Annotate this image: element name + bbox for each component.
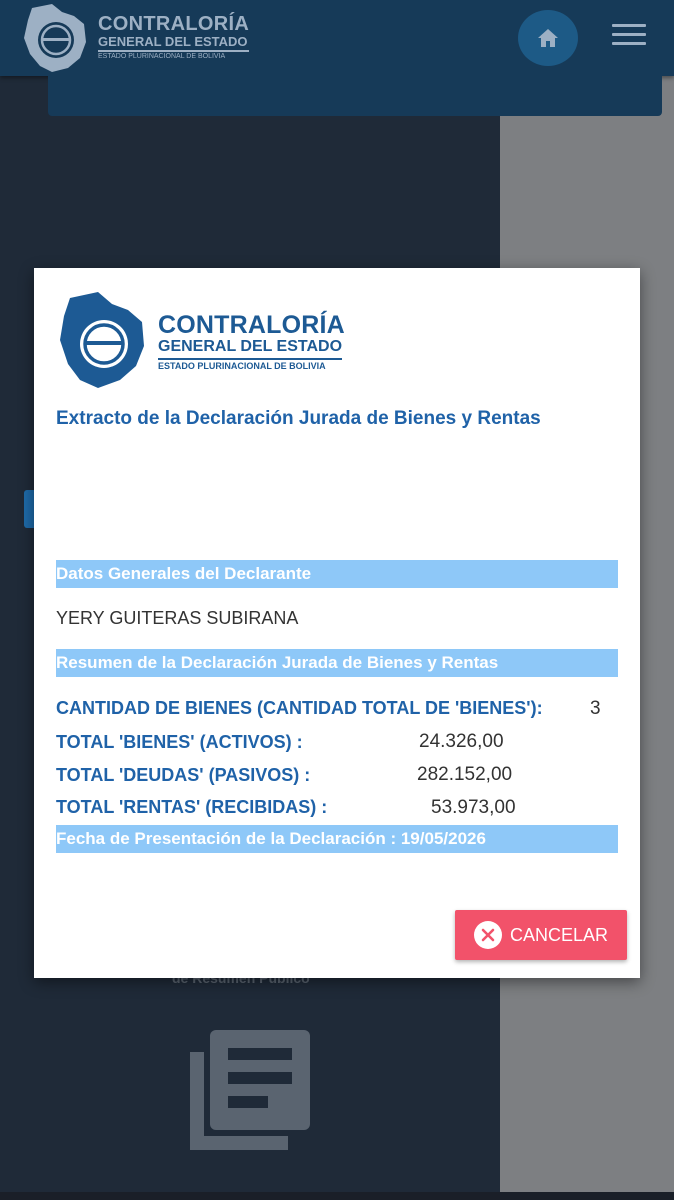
cancel-button-label: CANCELAR xyxy=(509,924,609,945)
home-button[interactable] xyxy=(518,10,578,66)
brand-line1: CONTRALORÍA xyxy=(98,13,250,35)
modal-title: Extracto de la Declaración Jurada de Bie… xyxy=(56,408,541,429)
home-icon xyxy=(538,29,558,47)
row-value-total-rentas: 53.973,00 xyxy=(431,797,516,818)
declarant-name: YERY GUITERAS SUBIRANA xyxy=(56,608,299,628)
presentation-date: Fecha de Presentación de la Declaración … xyxy=(56,825,618,853)
cge-logo-icon[interactable] xyxy=(22,2,92,79)
page-bottom-bar xyxy=(0,1192,674,1200)
modal-brand-line3: ESTADO PLURINACIONAL DE BOLIVIA xyxy=(158,361,326,371)
cancel-button[interactable]: CANCELAR xyxy=(455,910,627,960)
modal-brand: CONTRALORÍA GENERAL DEL ESTADO ESTADO PL… xyxy=(158,312,345,373)
background-tab-indicator xyxy=(24,490,34,528)
brand-line2: GENERAL DEL ESTADO xyxy=(98,34,250,52)
section-general-header: Datos Generales del Declarante xyxy=(56,560,618,588)
modal-brand-line2: GENERAL DEL ESTADO xyxy=(158,338,343,360)
top-navbar: CONTRALORÍA GENERAL DEL ESTADO ESTADO PL… xyxy=(0,0,674,76)
header-brand: CONTRALORÍA GENERAL DEL ESTADO ESTADO PL… xyxy=(98,13,250,62)
section-summary-header: Resumen de la Declaración Jurada de Bien… xyxy=(56,649,618,677)
row-value-cantidad-bienes: 3 xyxy=(590,698,601,719)
modal-brand-line1: CONTRALORÍA xyxy=(158,311,345,339)
close-circle-icon xyxy=(473,921,502,949)
row-value-total-bienes: 24.326,00 xyxy=(419,731,504,752)
declaration-summary-modal: CONTRALORÍA GENERAL DEL ESTADO ESTADO PL… xyxy=(34,268,640,978)
brand-line3: ESTADO PLURINACIONAL DE BOLIVIA xyxy=(98,53,226,60)
document-list-icon xyxy=(190,1030,312,1155)
hamburger-menu-icon[interactable] xyxy=(612,24,646,52)
row-label-total-deudas: TOTAL 'DEUDAS' (PASIVOS) : xyxy=(56,765,311,785)
row-label-total-rentas: TOTAL 'RENTAS' (RECIBIDAS) : xyxy=(56,797,328,817)
row-label-total-bienes: TOTAL 'BIENES' (ACTIVOS) : xyxy=(56,732,303,752)
header-extension xyxy=(48,76,662,116)
cge-logo-icon xyxy=(58,290,150,395)
row-value-total-deudas: 282.152,00 xyxy=(417,764,513,785)
row-label-cantidad-bienes: CANTIDAD DE BIENES (CANTIDAD TOTAL DE 'B… xyxy=(56,698,543,718)
